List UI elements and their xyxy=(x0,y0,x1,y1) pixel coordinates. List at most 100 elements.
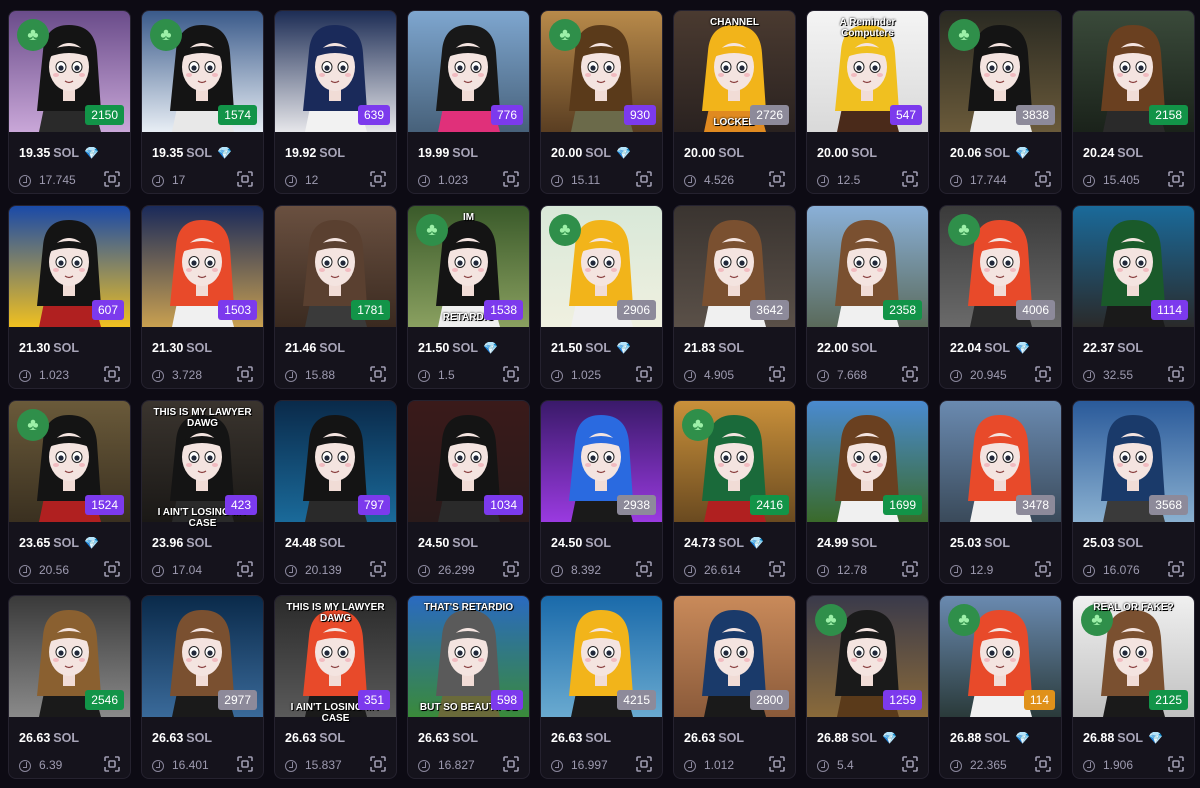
listing-price: 19.92 SOL xyxy=(285,146,345,160)
nft-card-1574[interactable]: ♣ 1574 19.35 SOL 💎 17 xyxy=(141,10,264,194)
nft-card-776[interactable]: 776 19.99 SOL 1.023 xyxy=(407,10,530,194)
scan-icon[interactable] xyxy=(370,756,386,772)
last-sale: 6.39 xyxy=(19,758,62,772)
price-value: 24.48 xyxy=(285,536,317,550)
nft-card-598[interactable]: THAT'S RETARDIO BUT SO BEAUTIFUL 598 26.… xyxy=(407,595,530,779)
scan-icon[interactable] xyxy=(1035,561,1051,577)
scan-icon[interactable] xyxy=(237,366,253,382)
scan-icon[interactable] xyxy=(1035,171,1051,187)
nft-card-607[interactable]: 607 21.30 SOL 1.023 xyxy=(8,205,131,389)
scan-icon[interactable] xyxy=(370,561,386,577)
price-currency: SOL xyxy=(53,341,79,355)
rarity-rank-badge: 2938 xyxy=(617,495,656,515)
scan-icon[interactable] xyxy=(237,171,253,187)
scan-icon[interactable] xyxy=(237,756,253,772)
price-value: 25.03 xyxy=(1083,536,1115,550)
nft-card-547[interactable]: A Reminder Computers 547 20.00 SOL 12.5 xyxy=(806,10,929,194)
scan-icon[interactable] xyxy=(370,366,386,382)
rarity-rank-badge: 1574 xyxy=(218,105,257,125)
price-value: 22.04 xyxy=(950,341,982,355)
last-sale-value: 15.11 xyxy=(571,173,601,187)
price-value: 26.63 xyxy=(418,731,450,745)
nft-card-351[interactable]: THIS IS MY LAWYER DAWG I AIN'T LOSING MY… xyxy=(274,595,397,779)
nft-card-2726[interactable]: CHANNEL LOCKED 2726 20.00 SOL 4.526 xyxy=(673,10,796,194)
scan-icon[interactable] xyxy=(1168,756,1184,772)
last-sale-value: 16.076 xyxy=(1103,563,1140,577)
scan-icon[interactable] xyxy=(237,561,253,577)
scan-icon[interactable] xyxy=(104,756,120,772)
scan-icon[interactable] xyxy=(636,366,652,382)
scan-icon[interactable] xyxy=(503,366,519,382)
scan-icon[interactable] xyxy=(769,171,785,187)
last-sale-icon xyxy=(418,175,430,187)
nft-card-2125[interactable]: ♣ REAL OR FAKE? 2125 26.88 SOL 💎 1.906 xyxy=(1072,595,1195,779)
last-sale: 1.906 xyxy=(1083,758,1133,772)
scan-icon[interactable] xyxy=(1035,756,1051,772)
nft-card-3478[interactable]: 3478 25.03 SOL 12.9 xyxy=(939,400,1062,584)
scan-icon[interactable] xyxy=(769,561,785,577)
scan-icon[interactable] xyxy=(1168,366,1184,382)
scan-icon[interactable] xyxy=(902,366,918,382)
scan-icon[interactable] xyxy=(636,561,652,577)
nft-card-930[interactable]: ♣ 930 20.00 SOL 💎 15.11 xyxy=(540,10,663,194)
scan-icon[interactable] xyxy=(104,171,120,187)
last-sale-icon xyxy=(950,760,962,772)
nft-card-1524[interactable]: ♣ 1524 23.65 SOL 💎 20.56 xyxy=(8,400,131,584)
nft-card-2938[interactable]: 2938 24.50 SOL 8.392 xyxy=(540,400,663,584)
listing-price: 24.50 SOL xyxy=(418,536,478,550)
scan-icon[interactable] xyxy=(370,171,386,187)
scan-icon[interactable] xyxy=(902,171,918,187)
scan-icon[interactable] xyxy=(636,171,652,187)
nft-card-797[interactable]: 797 24.48 SOL 20.139 xyxy=(274,400,397,584)
nft-card-1781[interactable]: 1781 21.46 SOL 15.88 xyxy=(274,205,397,389)
last-sale-icon xyxy=(817,565,829,577)
nft-card-639[interactable]: 639 19.92 SOL 12 xyxy=(274,10,397,194)
nft-card-1114[interactable]: 1114 22.37 SOL 32.55 xyxy=(1072,205,1195,389)
nft-card-2150[interactable]: ♣ 2150 19.35 SOL 💎 17.745 xyxy=(8,10,131,194)
scan-icon[interactable] xyxy=(503,171,519,187)
nft-card-1259[interactable]: ♣ 1259 26.88 SOL 💎 5.4 xyxy=(806,595,929,779)
nft-card-2358[interactable]: 2358 22.00 SOL 7.668 xyxy=(806,205,929,389)
last-sale-icon xyxy=(19,370,31,382)
scan-icon[interactable] xyxy=(1168,171,1184,187)
nft-card-4215[interactable]: 4215 26.63 SOL 16.997 xyxy=(540,595,663,779)
listing-price: 21.83 SOL xyxy=(684,341,744,355)
nft-card-2546[interactable]: 2546 26.63 SOL 6.39 xyxy=(8,595,131,779)
nft-card-2416[interactable]: ♣ 2416 24.73 SOL 💎 26.614 xyxy=(673,400,796,584)
last-sale: 4.526 xyxy=(684,173,734,187)
nft-card-1503[interactable]: 1503 21.30 SOL 3.728 xyxy=(141,205,264,389)
scan-icon[interactable] xyxy=(1035,366,1051,382)
scan-icon[interactable] xyxy=(104,561,120,577)
rarity-rank-badge: 3568 xyxy=(1149,495,1188,515)
price-currency: SOL xyxy=(186,536,212,550)
scan-icon[interactable] xyxy=(104,366,120,382)
scan-icon[interactable] xyxy=(1168,561,1184,577)
nft-card-3642[interactable]: 3642 21.83 SOL 4.905 xyxy=(673,205,796,389)
nft-card-2906[interactable]: ♣ 2906 21.50 SOL 💎 1.025 xyxy=(540,205,663,389)
last-sale: 16.401 xyxy=(152,758,209,772)
last-sale: 22.365 xyxy=(950,758,1007,772)
nft-card-3568[interactable]: 3568 25.03 SOL 16.076 xyxy=(1072,400,1195,584)
nft-card-2977[interactable]: 2977 26.63 SOL 16.401 xyxy=(141,595,264,779)
scan-icon[interactable] xyxy=(636,756,652,772)
last-sale-value: 1.012 xyxy=(704,758,735,772)
scan-icon[interactable] xyxy=(769,366,785,382)
image-caption-top: IM xyxy=(462,212,475,223)
rarity-rank-badge: 4006 xyxy=(1016,300,1055,320)
nft-card-2158[interactable]: 2158 20.24 SOL 15.405 xyxy=(1072,10,1195,194)
nft-card-114[interactable]: ♣ 114 26.88 SOL 💎 22.365 xyxy=(939,595,1062,779)
scan-icon[interactable] xyxy=(902,756,918,772)
last-sale-icon xyxy=(285,565,297,577)
nft-card-4006[interactable]: ♣ 4006 22.04 SOL 💎 20.945 xyxy=(939,205,1062,389)
nft-card-423[interactable]: THIS IS MY LAWYER DAWG I AIN'T LOSING MY… xyxy=(141,400,264,584)
nft-card-1538[interactable]: ♣ IM RETARDIO 1538 21.50 SOL 💎 1.5 xyxy=(407,205,530,389)
nft-card-2800[interactable]: 2800 26.63 SOL 1.012 xyxy=(673,595,796,779)
scan-icon[interactable] xyxy=(769,756,785,772)
nft-card-3838[interactable]: ♣ 3838 20.06 SOL 💎 17.744 xyxy=(939,10,1062,194)
nft-card-1699[interactable]: 1699 24.99 SOL 12.78 xyxy=(806,400,929,584)
scan-icon[interactable] xyxy=(902,561,918,577)
last-sale-value: 1.023 xyxy=(39,368,70,382)
scan-icon[interactable] xyxy=(503,561,519,577)
scan-icon[interactable] xyxy=(503,756,519,772)
nft-card-1034[interactable]: 1034 24.50 SOL 26.299 xyxy=(407,400,530,584)
